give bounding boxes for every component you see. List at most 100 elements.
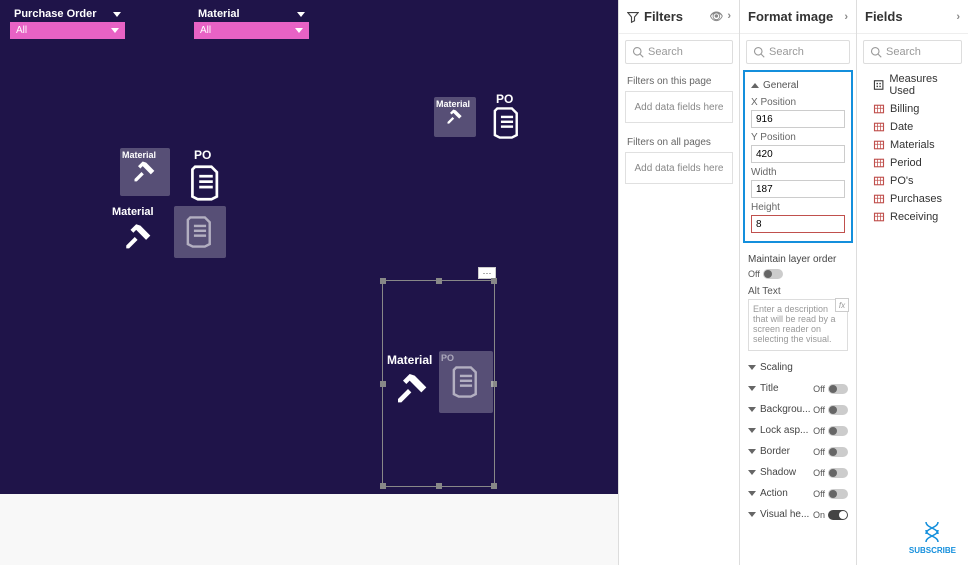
width-input[interactable]: [751, 180, 845, 198]
field-item-pos[interactable]: PO's: [861, 172, 964, 190]
y-position-label: Y Position: [751, 132, 845, 143]
format-row-visualhe[interactable]: Visual he... On: [740, 504, 856, 525]
field-item-materials[interactable]: Materials: [861, 136, 964, 154]
format-search[interactable]: Search: [746, 40, 850, 64]
toggle[interactable]: Off: [813, 384, 848, 394]
field-label: PO's: [890, 175, 914, 187]
chevron-up-icon: [751, 83, 759, 88]
resize-handle[interactable]: [491, 278, 497, 284]
resize-handle[interactable]: [436, 278, 442, 284]
image-po-faded[interactable]: [174, 206, 226, 258]
toggle[interactable]: Off: [813, 468, 848, 478]
chevron-right-icon: [863, 177, 868, 185]
toggle[interactable]: On: [813, 510, 848, 520]
format-row-scaling[interactable]: Scaling: [740, 357, 856, 378]
selected-visual[interactable]: ⋯ Material PO: [382, 280, 495, 487]
field-label: Materials: [890, 139, 935, 151]
field-item-measuresused[interactable]: Measures Used: [861, 70, 964, 100]
subscribe-badge[interactable]: SUBSCRIBE: [909, 520, 956, 555]
image-po-selected: PO: [439, 351, 493, 413]
chevron-down-icon[interactable]: [295, 28, 303, 33]
y-position-input[interactable]: [751, 145, 845, 163]
x-position-label: X Position: [751, 97, 845, 108]
chevron-down-icon[interactable]: [111, 28, 119, 33]
field-label: Receiving: [890, 211, 938, 223]
table-icon: [873, 175, 885, 187]
format-row-action[interactable]: Action Off: [740, 483, 856, 504]
field-item-purchases[interactable]: Purchases: [861, 190, 964, 208]
field-label: Purchases: [890, 193, 942, 205]
general-accordion[interactable]: General: [751, 76, 845, 93]
table-icon: [873, 193, 885, 205]
resize-handle[interactable]: [436, 483, 442, 489]
chevron-right-icon: [863, 195, 868, 203]
filter-icon: [627, 11, 639, 23]
search-icon: [632, 46, 644, 58]
filters-all-dropzone[interactable]: Add data fields here: [625, 152, 733, 184]
format-row-label: Action: [760, 488, 788, 499]
format-row-border[interactable]: Border Off: [740, 441, 856, 462]
chevron-down-icon: [748, 365, 756, 370]
image-material-small[interactable]: Material: [434, 97, 476, 137]
tile-label: PO: [441, 353, 454, 363]
chevron-right-icon[interactable]: ›: [727, 10, 731, 23]
format-row-label: Visual he...: [760, 509, 809, 520]
hammer-icon[interactable]: [122, 220, 156, 254]
field-item-receiving[interactable]: Receiving: [861, 208, 964, 226]
field-label: Billing: [890, 103, 919, 115]
toggle[interactable]: Off: [813, 405, 848, 415]
toggle[interactable]: Off: [813, 447, 848, 457]
height-input[interactable]: [751, 215, 845, 233]
filters-pane: Filters 👁 › Search Filters on this page …: [618, 0, 739, 565]
field-item-billing[interactable]: Billing: [861, 100, 964, 118]
resize-handle[interactable]: [380, 381, 386, 387]
search-icon: [753, 46, 765, 58]
search-icon: [870, 46, 882, 58]
format-row-lockasp[interactable]: Lock asp...Off: [740, 420, 856, 441]
slicer-po-dropdown[interactable]: All: [10, 22, 125, 39]
fields-search[interactable]: Search: [863, 40, 962, 64]
material-label: Material: [112, 206, 154, 218]
format-row-shadow[interactable]: ShadowOff: [740, 462, 856, 483]
toggle[interactable]: Off: [813, 489, 848, 499]
format-row-label: Border: [760, 446, 790, 457]
document-icon[interactable]: [188, 164, 224, 202]
chevron-down-icon: [113, 12, 121, 17]
filters-search[interactable]: Search: [625, 40, 733, 64]
report-canvas[interactable]: Purchase Order All Material All Material…: [0, 0, 618, 494]
image-material-mid[interactable]: Material: [120, 148, 170, 196]
format-row-title[interactable]: TitleOff: [740, 378, 856, 399]
fx-button[interactable]: fx: [835, 298, 849, 312]
hammer-icon: [393, 369, 433, 409]
resize-handle[interactable]: [380, 278, 386, 284]
dna-icon: [920, 520, 944, 544]
document-icon[interactable]: [492, 106, 522, 140]
chevron-right-icon[interactable]: ›: [956, 11, 960, 23]
filters-page-dropzone[interactable]: Add data fields here: [625, 91, 733, 123]
x-position-input[interactable]: [751, 110, 845, 128]
chevron-right-icon: [863, 213, 868, 221]
tile-label: Material: [122, 150, 156, 160]
resize-handle[interactable]: [380, 483, 386, 489]
height-label: Height: [751, 202, 845, 213]
resize-handle[interactable]: [491, 483, 497, 489]
alt-text-input[interactable]: Enter a description that will be read by…: [748, 299, 848, 351]
format-row-backgrou[interactable]: Backgrou...Off: [740, 399, 856, 420]
slicer-material[interactable]: Material All: [194, 6, 309, 39]
format-pane: Format image › Search General X Position…: [739, 0, 856, 565]
chevron-right-icon[interactable]: ›: [844, 11, 848, 23]
filters-header: Filters 👁 ›: [619, 0, 739, 34]
slicer-mat-dropdown[interactable]: All: [194, 22, 309, 39]
chevron-down-icon: [297, 12, 305, 17]
fields-header: Fields ›: [857, 0, 968, 34]
chevron-down-icon: [748, 470, 756, 475]
table-icon: [873, 121, 885, 133]
field-item-period[interactable]: Period: [861, 154, 964, 172]
eye-icon[interactable]: 👁: [709, 10, 723, 23]
chevron-right-icon: [863, 141, 868, 149]
maintain-layer-toggle[interactable]: Off: [748, 269, 783, 279]
table-icon: [873, 211, 885, 223]
slicer-purchase-order[interactable]: Purchase Order All: [10, 6, 125, 39]
toggle[interactable]: Off: [813, 426, 848, 436]
field-item-date[interactable]: Date: [861, 118, 964, 136]
